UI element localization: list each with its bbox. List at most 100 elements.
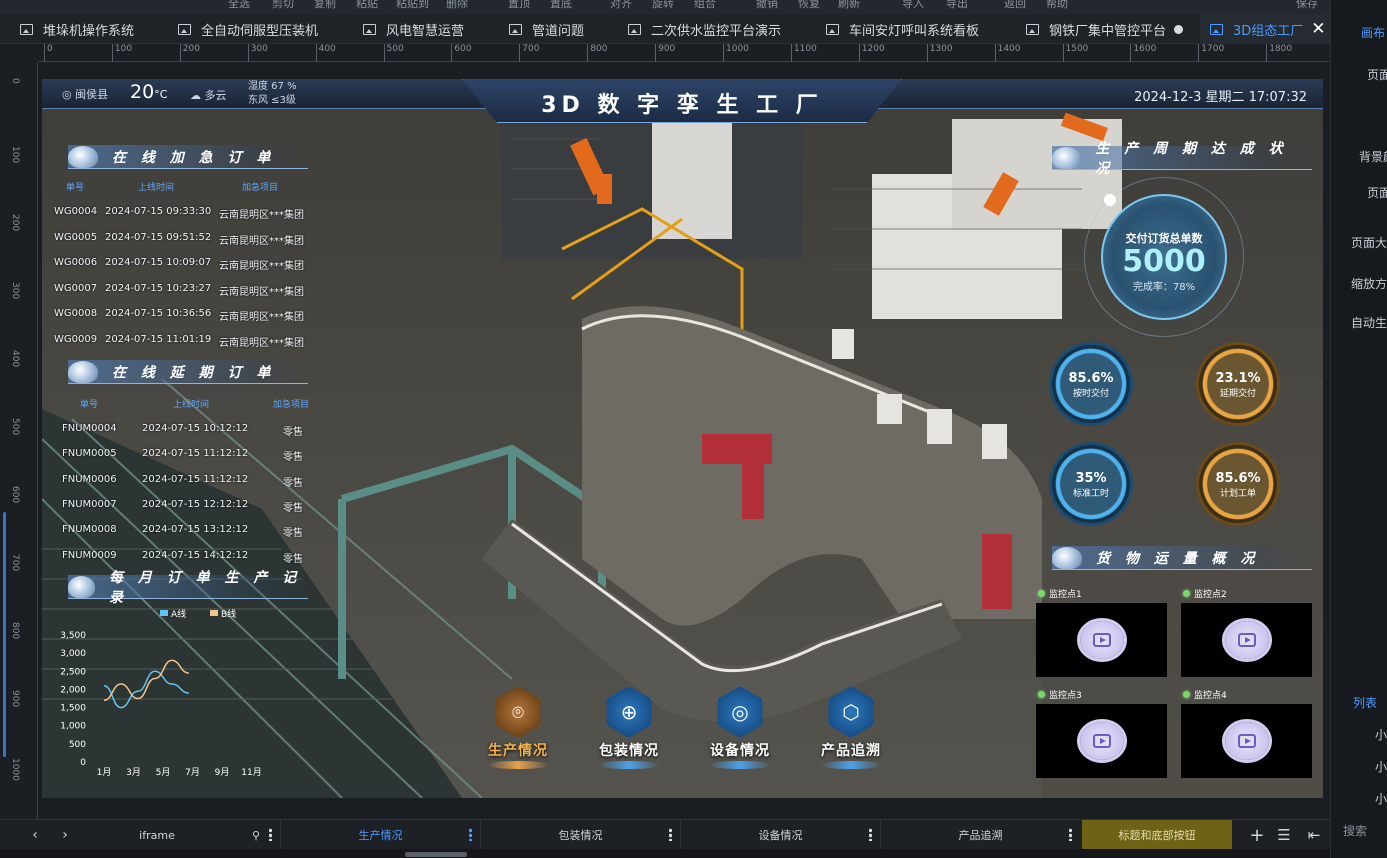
props-item[interactable]: 背景颜 bbox=[1359, 148, 1387, 165]
toolbar-item[interactable]: 对齐 bbox=[610, 0, 632, 11]
table-cell: WG0006 bbox=[54, 257, 98, 268]
tab-5[interactable]: 二次供水监控平台演示 bbox=[628, 14, 798, 44]
props-item[interactable]: 页面 bbox=[1367, 66, 1387, 83]
properties-panel: 画布页面背景颜页面页面大缩放方自动生列表小小小搜索 bbox=[1330, 0, 1387, 858]
delayed-orders-heading: 在 线 延 期 订 单 bbox=[68, 360, 308, 384]
ruler-tick: 800 bbox=[10, 622, 20, 640]
delayed-col-id: 单号 bbox=[80, 400, 99, 410]
tab-3[interactable]: 风电智慧运营 bbox=[363, 14, 488, 44]
props-item[interactable]: 小 bbox=[1375, 790, 1387, 807]
props-item[interactable]: 列表 bbox=[1353, 694, 1377, 711]
toolbar-item[interactable]: 保存 bbox=[1296, 0, 1318, 11]
nav-2[interactable]: ⊕ 包装情况 bbox=[584, 686, 674, 769]
props-item[interactable]: 页面 bbox=[1367, 184, 1387, 201]
tab-8[interactable]: 3D组态工厂 ✕ bbox=[1200, 14, 1330, 44]
page-tab-4[interactable]: 产品追溯 bbox=[880, 820, 1080, 850]
more-icon[interactable] bbox=[869, 828, 872, 841]
tab-6[interactable]: 车间安灯呼叫系统看板 bbox=[826, 14, 1016, 44]
nav-4[interactable]: ⬡ 产品追溯 bbox=[806, 686, 896, 769]
toolbar-item[interactable]: 粘贴到 bbox=[396, 0, 429, 11]
pin-icon[interactable]: ⚲ bbox=[232, 820, 280, 850]
tab-1[interactable]: 堆垛机操作系统 bbox=[20, 14, 170, 44]
table-cell: 云南昆明区***集团 bbox=[219, 286, 304, 298]
tab-7[interactable]: 钢铁厂集中管控平台 bbox=[1026, 14, 1194, 44]
prev-page-icon[interactable]: ‹ bbox=[24, 820, 46, 850]
toolbar-item[interactable]: 帮助 bbox=[1046, 0, 1068, 11]
horizontal-scroll-thumb[interactable] bbox=[405, 852, 467, 857]
next-page-icon[interactable]: › bbox=[54, 820, 76, 850]
add-page-icon[interactable]: + bbox=[1246, 820, 1268, 850]
video-monitor-2[interactable] bbox=[1181, 603, 1312, 677]
toolbar-item[interactable]: 旋转 bbox=[652, 0, 674, 11]
toolbar-item[interactable]: 删除 bbox=[446, 0, 468, 11]
table-cell: WG0008 bbox=[54, 308, 98, 319]
ruler-tick: 200 bbox=[179, 44, 200, 62]
toolbar-item[interactable]: 返回 bbox=[1004, 0, 1026, 11]
props-item[interactable]: 缩放方 bbox=[1351, 275, 1387, 292]
tab-2[interactable]: 全自动伺服型压装机 bbox=[178, 14, 348, 44]
toolbar-item[interactable]: 置顶 bbox=[508, 0, 530, 11]
gauge-value: 35% bbox=[1075, 471, 1107, 486]
ruler-tick: 1100 bbox=[790, 44, 817, 62]
props-item[interactable]: 自动生 bbox=[1351, 314, 1387, 331]
props-item[interactable]: 画布 bbox=[1361, 24, 1385, 41]
page-tab-1[interactable]: 生产情况 bbox=[280, 820, 480, 850]
props-item[interactable]: 搜索 bbox=[1343, 822, 1367, 839]
tab-label: 风电智慧运营 bbox=[386, 23, 465, 39]
globe-icon bbox=[68, 145, 98, 168]
close-icon[interactable]: ✕ bbox=[1311, 19, 1325, 39]
gauge-label: 按时交付 bbox=[1072, 389, 1109, 399]
more-icon[interactable] bbox=[669, 828, 672, 841]
y-tick-label: 500 bbox=[69, 740, 86, 750]
cycle-heading: 生 产 周 期 达 成 状 况 bbox=[1052, 141, 1312, 177]
list-icon[interactable]: ☰ bbox=[1272, 820, 1296, 850]
props-item[interactable]: 页面大 bbox=[1351, 234, 1387, 251]
page-tab-2[interactable]: 包装情况 bbox=[480, 820, 680, 850]
play-video-icon[interactable] bbox=[1224, 722, 1269, 760]
status-led-icon bbox=[1038, 691, 1045, 698]
more-icon[interactable] bbox=[469, 828, 472, 841]
play-video-icon[interactable] bbox=[1224, 621, 1269, 659]
toolbar-item[interactable]: 导入 bbox=[902, 0, 924, 11]
equipment-icon: ◎ bbox=[717, 686, 763, 738]
design-canvas[interactable]: 3D 数 字 孪 生 工 厂 ◎ 闽侯县 20°C ☁ 多云 湿度 67 % 东风… bbox=[42, 79, 1323, 798]
toolbar-item[interactable]: 刷新 bbox=[838, 0, 860, 11]
toolbar-item[interactable]: 粘贴 bbox=[356, 0, 378, 11]
nav-1[interactable]: ⌾ 生产情况 bbox=[473, 686, 563, 769]
toolbar-item[interactable]: 置底 bbox=[550, 0, 572, 11]
props-item[interactable]: 小 bbox=[1375, 758, 1387, 775]
play-video-icon[interactable] bbox=[1079, 621, 1124, 659]
monitor-label: 监控点3 bbox=[1038, 688, 1082, 701]
toolbar-item[interactable]: 复制 bbox=[314, 0, 336, 11]
vertical-scroll-thumb[interactable] bbox=[3, 512, 6, 757]
urgent-col-project: 加急项目 bbox=[242, 183, 279, 193]
iframe-page[interactable]: iframe bbox=[82, 820, 232, 850]
video-monitor-3[interactable] bbox=[1036, 704, 1167, 778]
toolbar-item[interactable]: 组合 bbox=[694, 0, 716, 11]
total-orders-value: 5000 bbox=[1122, 244, 1206, 279]
nav-3[interactable]: ◎ 设备情况 bbox=[695, 686, 785, 769]
table-cell: 2024-07-15 13:12:12 bbox=[142, 524, 249, 536]
nav-label: 产品追溯 bbox=[821, 743, 881, 759]
theme-page[interactable]: 标题和底部按钮 bbox=[1082, 820, 1232, 850]
ruler-tick: 100 bbox=[10, 146, 20, 164]
toolbar-item[interactable]: 导出 bbox=[946, 0, 968, 11]
more-icon[interactable] bbox=[269, 828, 272, 841]
props-item[interactable]: 小 bbox=[1375, 726, 1387, 743]
cargo-heading: 货 物 运 量 概 况 bbox=[1052, 546, 1312, 570]
play-video-icon[interactable] bbox=[1079, 722, 1124, 760]
toolbar-item[interactable]: 恢复 bbox=[798, 0, 820, 11]
more-icon[interactable] bbox=[1069, 828, 1072, 841]
horizontal-scrollbar[interactable] bbox=[0, 849, 1387, 858]
video-monitor-1[interactable] bbox=[1036, 603, 1167, 677]
tab-4[interactable]: 管道问题 bbox=[509, 14, 609, 44]
toolbar-item[interactable]: 全选 bbox=[228, 0, 250, 11]
page-tab-3[interactable]: 设备情况 bbox=[680, 820, 880, 850]
nav-label: 设备情况 bbox=[710, 743, 770, 759]
table-cell: 2024-07-15 10:23:27 bbox=[105, 282, 212, 294]
video-monitor-4[interactable] bbox=[1181, 704, 1312, 778]
outdent-icon[interactable]: ⇤ bbox=[1302, 820, 1326, 850]
table-cell: FNUM0009 bbox=[62, 549, 117, 561]
toolbar-item[interactable]: 撤销 bbox=[756, 0, 778, 11]
toolbar-item[interactable]: 剪切 bbox=[272, 0, 294, 11]
